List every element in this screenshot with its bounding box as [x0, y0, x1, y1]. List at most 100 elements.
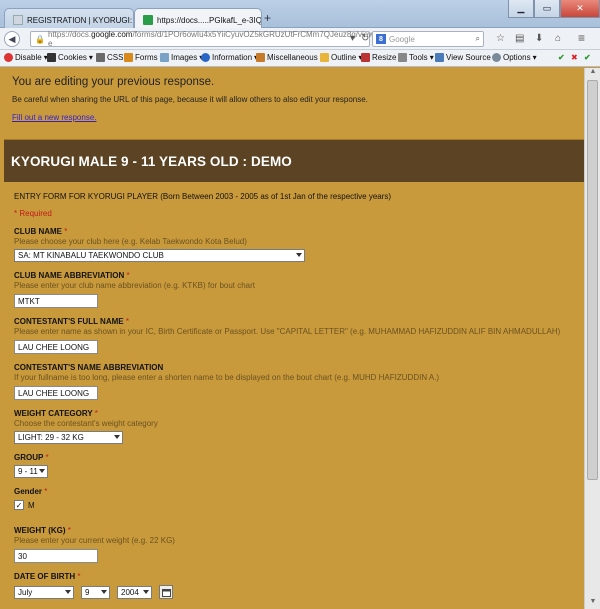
- dob-day-select[interactable]: 9: [81, 585, 110, 599]
- browser-tabstrip: REGISTRATION | KYORUGI: M ... ✕ https://…: [0, 0, 600, 28]
- chevron-down-icon: [65, 589, 71, 594]
- status-ok-check-icon[interactable]: ✔: [558, 53, 565, 62]
- notice-warning: Be careful when sharing the URL of this …: [12, 95, 368, 104]
- forms-icon: [124, 53, 133, 62]
- dob-day-selected: 9: [85, 587, 90, 597]
- club-name-help: Please choose your club here (e.g. Kelab…: [14, 237, 247, 246]
- required-star: *: [44, 487, 48, 496]
- weight-category-select[interactable]: LIGHT: 29 - 32 KG: [14, 431, 123, 444]
- resize-icon: [361, 53, 370, 62]
- toolbar-item-images[interactable]: Images▾: [160, 53, 203, 62]
- gender-field: Gender * ✓ M: [14, 487, 574, 510]
- tab-favicon-icon: [13, 15, 23, 25]
- toolbar-item-forms[interactable]: Forms▾: [124, 53, 164, 62]
- tab-label: https://docs.....PGlkafL_e-3IQ: [157, 15, 262, 25]
- new-tab-plus-icon[interactable]: +: [264, 11, 271, 25]
- tab-google-form[interactable]: https://docs.....PGlkafL_e-3IQ ✕: [134, 8, 262, 28]
- miscellaneous-icon: [256, 53, 265, 62]
- full-name-input[interactable]: LAU CHEE LOONG: [14, 340, 98, 354]
- toolbar-item-disable[interactable]: Disable ▾: [4, 53, 48, 62]
- form-body: ENTRY FORM FOR KYORUGI PLAYER (Born Betw…: [4, 182, 584, 599]
- required-star: *: [126, 271, 130, 280]
- search-input[interactable]: 8 Google ⌕: [372, 31, 484, 47]
- full-name-field: CONTESTANT'S FULL NAME * Please enter na…: [14, 317, 574, 354]
- gender-option-label: M: [28, 500, 35, 510]
- club-abbreviation-field: CLUB NAME ABBREVIATION * Please enter yo…: [14, 271, 574, 308]
- toolbar-item-cookies[interactable]: Cookies ▾: [47, 53, 93, 62]
- required-note: * Required: [14, 209, 52, 218]
- new-response-link[interactable]: Fill out a new response.: [12, 113, 97, 122]
- required-star: *: [94, 409, 98, 418]
- chevron-down-icon: [114, 435, 120, 439]
- weight-input[interactable]: 30: [14, 549, 98, 563]
- search-engine-icon[interactable]: 8: [376, 34, 386, 44]
- download-icon[interactable]: ⬇: [535, 33, 543, 44]
- toolbar-item-information[interactable]: Information▾: [201, 53, 258, 62]
- dob-year-select[interactable]: 2004: [117, 585, 152, 599]
- search-magnifier-icon[interactable]: ⌕: [476, 34, 480, 44]
- menu-hamburger-icon[interactable]: ≡: [578, 31, 585, 45]
- date-of-birth-row: July 9 2004: [14, 585, 574, 599]
- toolbar-item-miscellaneous[interactable]: Miscellaneous▾: [256, 53, 324, 62]
- options-gear-icon: [492, 53, 501, 62]
- group-selected: 9 - 11: [18, 467, 38, 476]
- gender-option-m[interactable]: ✓ M: [14, 500, 574, 510]
- club-name-field: CLUB NAME * Please choose your club here…: [14, 227, 574, 262]
- name-abbreviation-input[interactable]: LAU CHEE LOONG: [14, 386, 98, 400]
- toolbar-item-resize[interactable]: Resize▾: [361, 53, 402, 62]
- name-abbreviation-field: CONTESTANT'S NAME ABBREVIATION If your f…: [14, 363, 574, 400]
- chevron-down-icon: [101, 589, 107, 594]
- required-star: *: [45, 453, 49, 462]
- bookmark-star-icon[interactable]: ☆: [496, 33, 505, 44]
- reload-icon[interactable]: ↻: [361, 33, 369, 44]
- dob-month-selected: July: [18, 587, 33, 597]
- tab-label: REGISTRATION | KYORUGI: M ...: [27, 15, 133, 25]
- outline-pencil-icon: [320, 53, 329, 62]
- dropdown-arrow-icon[interactable]: ▾: [350, 33, 355, 44]
- url-bar[interactable]: 🔒 https://docs.google.com/forms/d/1POr6o…: [30, 30, 394, 48]
- weight-help: Please enter your current weight (e.g. 2…: [14, 536, 175, 545]
- toolbar-item-options[interactable]: Options ▾: [492, 53, 537, 62]
- css-icon: [96, 53, 105, 62]
- toolbar-item-tools[interactable]: Tools ▾: [398, 53, 434, 62]
- bookmarks-list-icon[interactable]: ▤: [515, 33, 524, 44]
- minimize-icon[interactable]: ▁: [508, 0, 534, 18]
- scroll-up-icon[interactable]: ▲: [585, 68, 600, 79]
- required-star: *: [64, 227, 68, 236]
- required-star: *: [77, 572, 81, 581]
- calendar-icon[interactable]: [159, 585, 173, 599]
- scroll-down-icon[interactable]: ▼: [585, 598, 600, 609]
- required-star: *: [67, 526, 71, 535]
- disable-icon: [4, 53, 13, 62]
- toolbar-item-view-source[interactable]: View Source▾: [435, 53, 497, 62]
- weight-label: WEIGHT (KG): [14, 526, 66, 535]
- view-source-icon: [435, 53, 444, 62]
- form-page: You are editing your previous response. …: [4, 68, 584, 609]
- maximize-icon[interactable]: ▭: [534, 0, 560, 18]
- full-name-label: CONTESTANT'S FULL NAME: [14, 317, 124, 326]
- home-icon[interactable]: ⌂: [555, 33, 561, 44]
- club-abbreviation-input[interactable]: MTKT: [14, 294, 98, 308]
- dob-month-select[interactable]: July: [14, 585, 74, 599]
- chevron-down-icon: [296, 253, 302, 257]
- club-name-selected: SA: MT KINABALU TAEKWONDO CLUB: [18, 251, 164, 260]
- back-arrow-icon[interactable]: ◀: [4, 31, 20, 47]
- window-close-icon[interactable]: ✕: [560, 0, 600, 18]
- status-error-icon[interactable]: ✖: [571, 53, 578, 62]
- group-select[interactable]: 9 - 11: [14, 465, 48, 478]
- tab-registration[interactable]: REGISTRATION | KYORUGI: M ... ✕: [4, 8, 134, 28]
- images-icon: [160, 53, 169, 62]
- group-label: GROUP: [14, 453, 44, 462]
- cookies-icon: [47, 53, 56, 62]
- weight-category-selected: LIGHT: 29 - 32 KG: [18, 433, 84, 442]
- club-name-select[interactable]: SA: MT KINABALU TAEKWONDO CLUB: [14, 249, 305, 262]
- checkbox-checked-icon[interactable]: ✓: [14, 500, 24, 510]
- club-name-label: CLUB NAME: [14, 227, 62, 236]
- google-forms-icon: [143, 15, 153, 25]
- dob-year-selected: 2004: [121, 587, 139, 597]
- status-valid-check-icon[interactable]: ✔: [584, 53, 591, 62]
- toolbar-item-outline[interactable]: Outline▾: [320, 53, 362, 62]
- vertical-scrollbar[interactable]: ▲ ▼: [584, 68, 600, 609]
- date-of-birth-field: DATE OF BIRTH * July 9 2004: [14, 572, 574, 599]
- scrollbar-thumb[interactable]: [587, 80, 598, 480]
